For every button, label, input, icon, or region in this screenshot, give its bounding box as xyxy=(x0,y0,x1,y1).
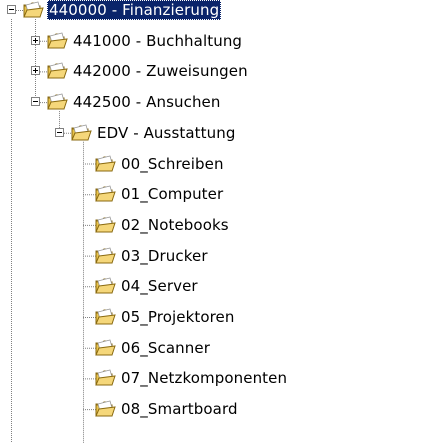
tree-node-label[interactable]: 01_Computer xyxy=(119,184,225,204)
tree-node[interactable]: EDV - Ausstattung xyxy=(0,123,426,143)
tree-node[interactable]: 03_Drucker xyxy=(0,246,426,266)
tree-node-label[interactable]: 05_Projektoren xyxy=(119,307,237,327)
collapse-minus-icon[interactable] xyxy=(7,5,16,14)
collapse-minus-icon[interactable] xyxy=(55,127,64,137)
tree-node[interactable]: 01_Computer xyxy=(0,184,426,204)
tree-node-label[interactable]: 08_Smartboard xyxy=(119,399,240,419)
tree-node-label[interactable]: 442500 - Ansuchen xyxy=(71,92,223,112)
tree-node[interactable]: 442500 - Ansuchen xyxy=(0,92,426,112)
tree-node-label[interactable]: 03_Drucker xyxy=(119,246,210,266)
tree-node[interactable]: 04_Server xyxy=(0,276,426,296)
open-folder-icon xyxy=(71,124,93,142)
open-folder-icon xyxy=(47,32,69,50)
expand-plus-icon[interactable] xyxy=(31,66,40,76)
tree-node[interactable]: 07_Netzkomponenten xyxy=(0,368,426,388)
open-folder-icon xyxy=(95,155,117,173)
open-folder-icon xyxy=(95,247,117,265)
tree-node[interactable]: 02_Notebooks xyxy=(0,215,426,235)
tree-node-label[interactable]: 442000 - Zuweisungen xyxy=(71,61,250,81)
open-folder-icon xyxy=(47,62,69,80)
collapse-minus-icon[interactable] xyxy=(31,97,40,107)
tree-node[interactable]: 08_Smartboard xyxy=(0,399,426,419)
tree-node-label[interactable]: 00_Schreiben xyxy=(119,154,226,174)
open-folder-icon xyxy=(95,369,117,387)
tree-node[interactable]: 442000 - Zuweisungen xyxy=(0,61,426,81)
tree-node-label[interactable]: EDV - Ausstattung xyxy=(95,123,237,143)
tree-node-label[interactable]: 07_Netzkomponenten xyxy=(119,368,289,388)
open-folder-icon xyxy=(95,216,117,234)
open-folder-icon xyxy=(23,1,45,19)
tree-node[interactable]: 06_Scanner xyxy=(0,338,426,358)
open-folder-icon xyxy=(95,185,117,203)
open-folder-icon xyxy=(95,339,117,357)
open-folder-icon xyxy=(47,93,69,111)
tree-node-label[interactable]: 02_Notebooks xyxy=(119,215,231,235)
tree-node-label[interactable]: 04_Server xyxy=(119,276,200,296)
tree-node-label[interactable]: 441000 - Buchhaltung xyxy=(71,31,244,51)
tree-node-label[interactable]: 440000 - Finanzierung xyxy=(47,0,222,20)
tree-node[interactable]: 441000 - Buchhaltung xyxy=(0,31,426,51)
expand-plus-icon[interactable] xyxy=(31,35,40,45)
tree-node-label[interactable]: 06_Scanner xyxy=(119,338,212,358)
tree-node[interactable]: 05_Projektoren xyxy=(0,307,426,327)
tree-node[interactable]: 00_Schreiben xyxy=(0,154,426,174)
open-folder-icon xyxy=(95,277,117,295)
open-folder-icon xyxy=(95,400,117,418)
tree-node[interactable]: 440000 - Finanzierung xyxy=(0,0,426,20)
folder-tree: 440000 - Finanzierung 441000 - Buchhaltun… xyxy=(0,0,426,443)
open-folder-icon xyxy=(95,308,117,326)
